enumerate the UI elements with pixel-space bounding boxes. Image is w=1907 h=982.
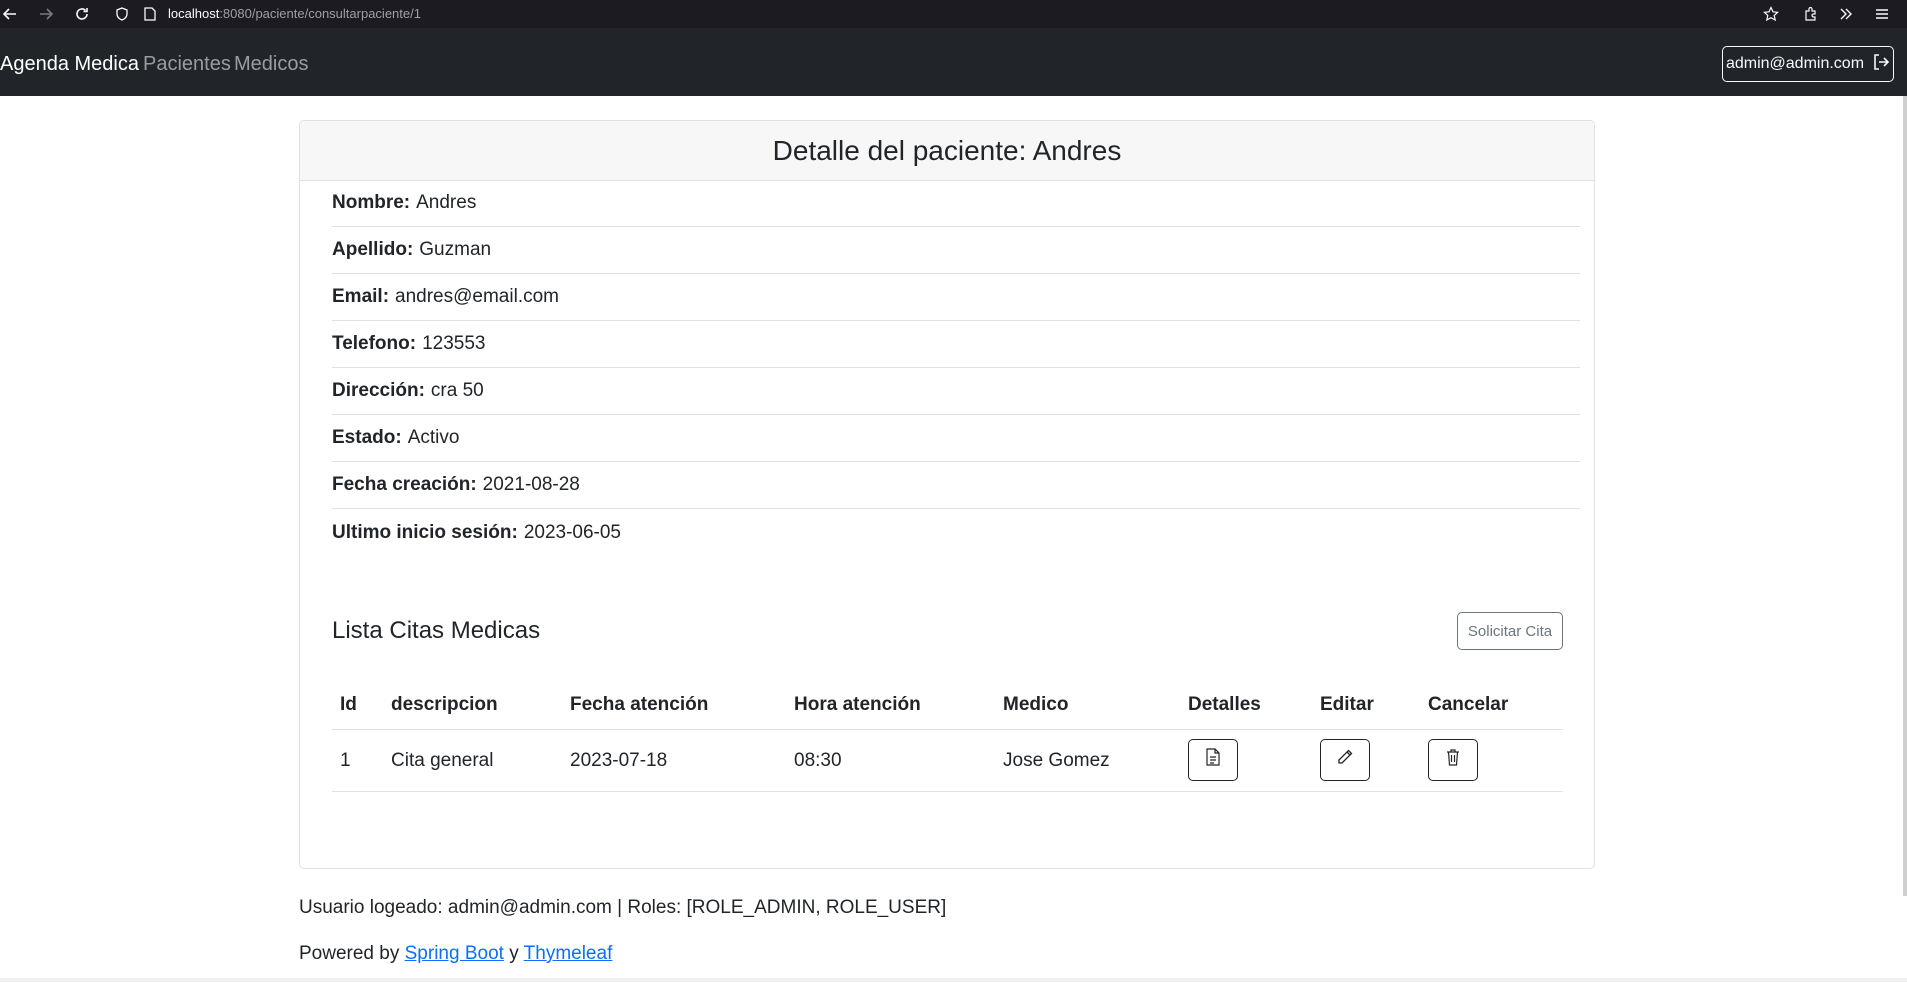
url-bar[interactable]: localhost:8080/paciente/consultarpacient… — [168, 6, 421, 21]
url-path: :8080/paciente/consultarpaciente/1 — [219, 6, 421, 21]
chevron-double-right-icon[interactable] — [1836, 4, 1856, 24]
detail-label: Estado: — [332, 427, 402, 448]
detail-label: Apellido: — [332, 239, 414, 260]
nav-link-medicos[interactable]: Medicos — [234, 53, 308, 76]
user-logout-button[interactable]: admin@admin.com — [1722, 46, 1894, 82]
detail-value: Activo — [407, 427, 460, 448]
thymeleaf-link[interactable]: Thymeleaf — [524, 943, 613, 964]
browser-toolbar: localhost:8080/paciente/consultarpacient… — [0, 0, 1907, 28]
arrow-left-icon[interactable] — [0, 4, 20, 24]
brand-link[interactable]: Agenda Medica — [0, 53, 139, 76]
detail-list: Nombre: Andres Apellido: Guzman Email: andr… — [332, 180, 1580, 556]
citas-table: Id descripcion Fecha atención Hora atenc… — [332, 681, 1563, 792]
detail-nombre: Nombre: Andres — [332, 180, 1580, 227]
patient-detail-card: Detalle del paciente: Andres Nombre: Andr… — [299, 120, 1595, 869]
detail-value: 123553 — [422, 333, 486, 354]
column-header: Detalles — [1188, 694, 1261, 715]
spring-boot-link[interactable]: Spring Boot — [405, 943, 504, 964]
detail-value: 2023-06-05 — [523, 521, 622, 543]
detail-label: Email: — [332, 286, 390, 307]
table-row: 1 Cita general 2023-07-18 08:30 Jose Gom… — [332, 730, 1563, 792]
detail-value: Guzman — [419, 239, 492, 260]
column-header: Fecha atención — [570, 694, 709, 715]
cita-fecha: 2023-07-18 — [570, 749, 668, 771]
detail-label: Nombre: — [332, 192, 411, 213]
menu-icon[interactable] — [1872, 4, 1892, 24]
detail-value: cra 50 — [430, 380, 484, 401]
column-header: descripcion — [391, 694, 498, 715]
card-title: Detalle del paciente: Andres — [300, 121, 1594, 181]
column-header: Medico — [1003, 694, 1069, 715]
solicitar-cita-button[interactable]: Solicitar Cita — [1457, 612, 1563, 650]
table-header-row: Id descripcion Fecha atención Hora atenc… — [332, 681, 1563, 730]
cita-id: 1 — [340, 749, 351, 771]
detail-value: 2021-08-28 — [482, 474, 580, 495]
citas-list-title: Lista Citas Medicas — [332, 617, 541, 644]
bottom-border — [0, 978, 1907, 982]
detail-estado: Estado: Activo — [332, 415, 1580, 462]
detail-ultimo-inicio: Ultimo inicio sesión: 2023-06-05 — [332, 509, 1580, 556]
star-icon[interactable] — [1761, 4, 1781, 24]
url-host: localhost — [168, 6, 220, 21]
detail-value: Andres — [416, 192, 477, 213]
nav-link-pacientes[interactable]: Pacientes — [143, 53, 231, 76]
detail-direccion: Dirección: cra 50 — [332, 368, 1580, 415]
document-icon — [1205, 748, 1221, 772]
extensions-icon[interactable] — [1801, 4, 1821, 24]
detail-label: Fecha creación: — [332, 474, 477, 495]
page-scrollbar[interactable] — [1903, 96, 1907, 896]
powered-separator: y — [509, 943, 519, 964]
powered-by: Powered by Spring Boot y Thymeleaf — [299, 943, 612, 965]
column-header: Id — [340, 694, 357, 715]
detail-email: Email: andres@email.com — [332, 274, 1580, 321]
detail-label: Ultimo inicio sesión: — [332, 521, 518, 543]
reload-icon[interactable] — [72, 4, 92, 24]
powered-prefix: Powered by — [299, 943, 400, 964]
detalles-button[interactable] — [1188, 739, 1238, 781]
user-email-label: admin@admin.com — [1725, 55, 1865, 72]
column-header: Editar — [1320, 694, 1374, 715]
cita-medico: Jose Gomez — [1003, 749, 1110, 771]
editar-button[interactable] — [1320, 739, 1370, 781]
column-header: Hora atención — [794, 694, 921, 715]
shield-icon[interactable] — [112, 4, 132, 24]
app-navbar: Agenda Medica Pacientes Medicos admin@ad… — [0, 28, 1907, 96]
detail-apellido: Apellido: Guzman — [332, 227, 1580, 274]
logged-user-info: Usuario logeado: admin@admin.com | Roles… — [299, 897, 947, 918]
detail-telefono: Telefono: 123553 — [332, 321, 1580, 368]
page-icon — [140, 4, 160, 24]
column-header: Cancelar — [1428, 694, 1509, 715]
detail-value: andres@email.com — [395, 286, 559, 307]
pencil-icon — [1336, 748, 1354, 772]
cancelar-button[interactable] — [1428, 739, 1478, 781]
arrow-right-icon[interactable] — [36, 4, 56, 24]
cita-hora: 08:30 — [794, 749, 842, 771]
detail-label: Dirección: — [332, 380, 425, 401]
detail-label: Telefono: — [332, 333, 417, 354]
detail-fecha-creacion: Fecha creación: 2021-08-28 — [332, 462, 1580, 509]
cita-descripcion: Cita general — [391, 749, 494, 771]
logout-icon — [1872, 53, 1890, 76]
trash-icon — [1445, 748, 1461, 772]
